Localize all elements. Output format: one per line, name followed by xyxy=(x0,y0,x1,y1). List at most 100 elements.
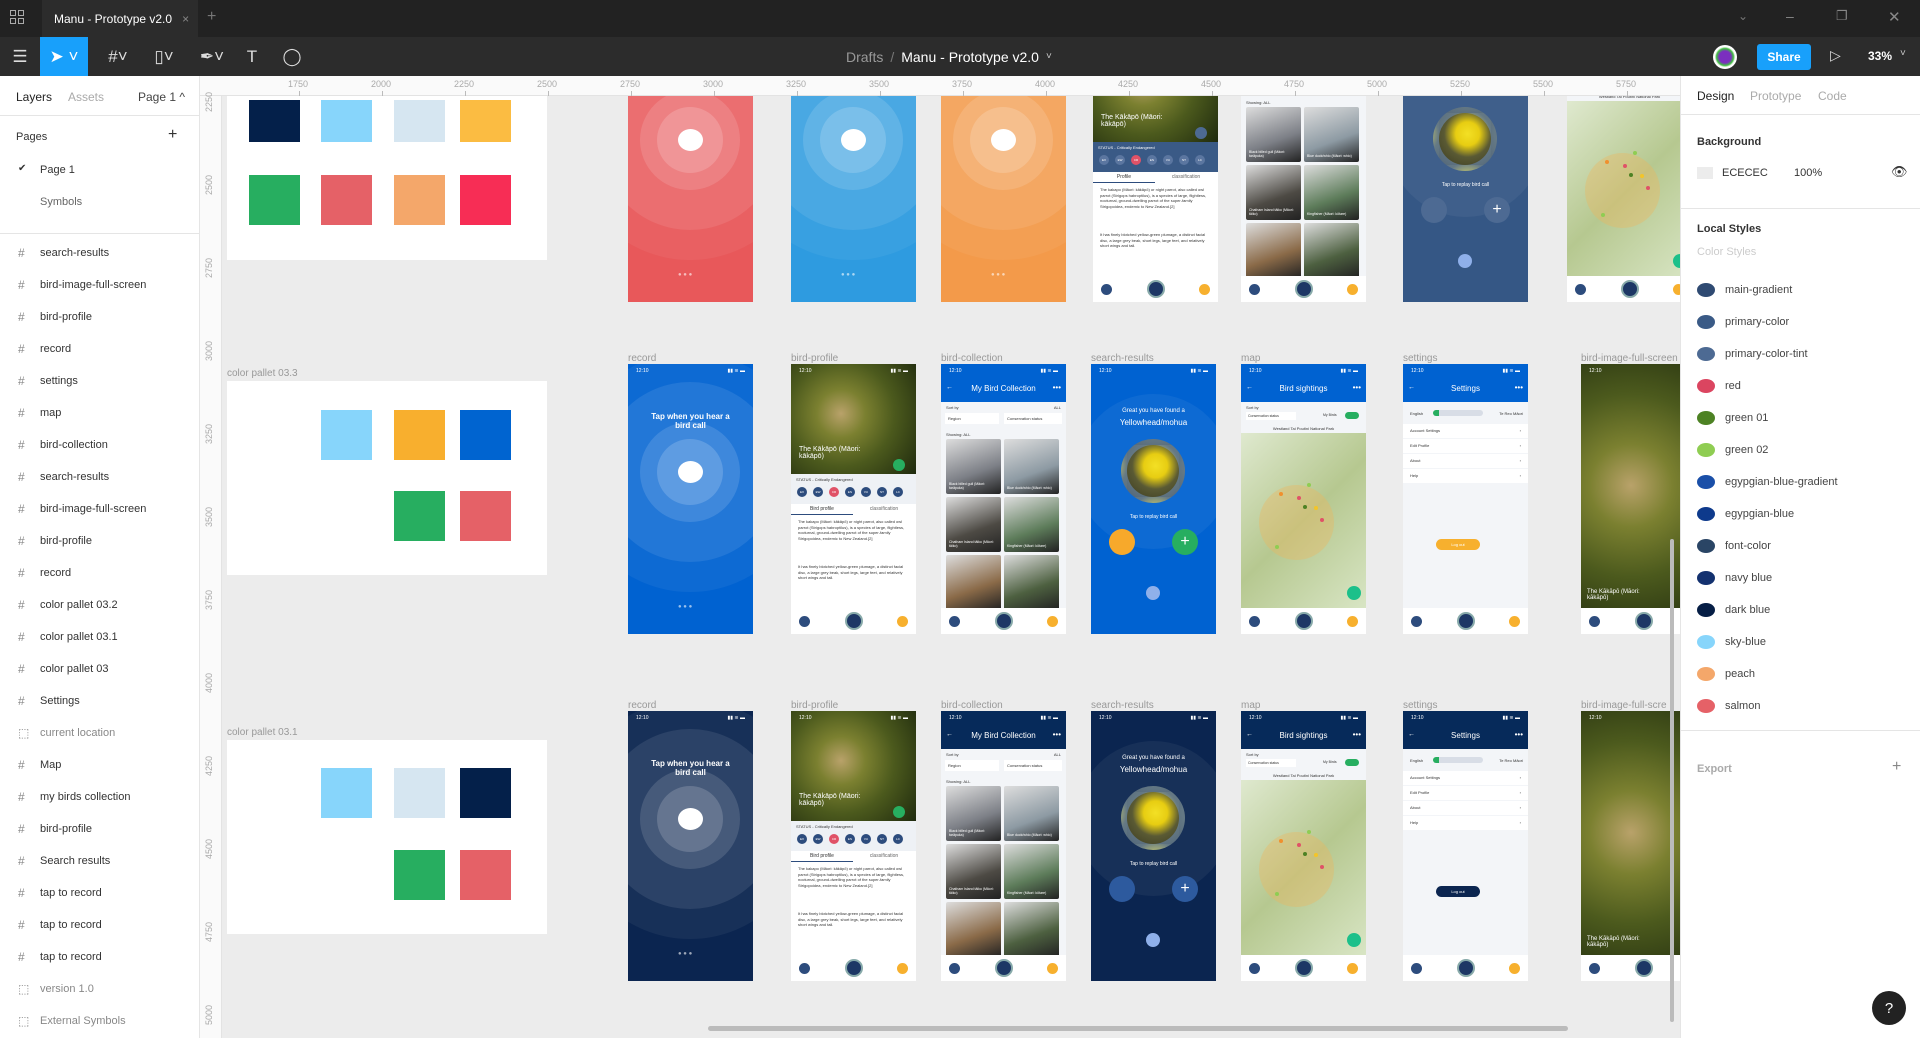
birds-nav-icon[interactable] xyxy=(1249,615,1260,627)
layer-item[interactable]: # Search results xyxy=(0,846,199,876)
sighting-marker[interactable] xyxy=(1303,505,1307,509)
birds-nav-icon[interactable] xyxy=(1249,283,1260,295)
tab-bird-profile[interactable]: Bird profile xyxy=(791,506,853,515)
sighting-marker[interactable] xyxy=(1275,545,1279,549)
birds-nav-icon[interactable] xyxy=(1101,283,1112,295)
color-swatch[interactable] xyxy=(321,768,372,818)
map-nav-icon[interactable] xyxy=(897,615,908,627)
record-nav-icon[interactable] xyxy=(844,612,863,630)
sighting-marker[interactable] xyxy=(1275,892,1279,896)
shape-tool[interactable]: ▯˅ xyxy=(146,37,182,76)
bird-card[interactable] xyxy=(946,902,1001,957)
status-code-badge[interactable]: NT xyxy=(1179,155,1189,165)
color-style-item[interactable]: egypgian-blue xyxy=(1697,507,1794,521)
status-code-badge[interactable]: EX xyxy=(1099,155,1109,165)
bird-card[interactable] xyxy=(1304,223,1359,278)
sighting-marker[interactable] xyxy=(1307,483,1311,487)
record-nav-icon[interactable] xyxy=(1620,280,1639,298)
status-code-badge[interactable]: EW xyxy=(813,834,823,844)
map-nav-icon[interactable] xyxy=(1509,962,1520,974)
bird-card[interactable] xyxy=(1004,555,1059,610)
color-swatch[interactable] xyxy=(460,100,511,142)
bird-card[interactable]: Chatham Island tāiko (Māori: tāiko) xyxy=(946,844,1001,899)
status-code-badge[interactable]: EN xyxy=(1147,155,1157,165)
comment-tool[interactable]: ◯ xyxy=(280,37,304,76)
settings-row[interactable]: Account Settings › xyxy=(1403,424,1528,438)
bird-card[interactable] xyxy=(1004,902,1059,957)
sighting-marker[interactable] xyxy=(1297,496,1301,500)
conservation-filter[interactable]: Conservation status xyxy=(1004,760,1062,771)
location-pin-button[interactable] xyxy=(1673,254,1680,268)
phone-frame-bird-collection[interactable]: ← My Bird Collection ••• 12:10 ▮▮ ≋ ▬ Sort by… xyxy=(941,711,1066,981)
phone-frame[interactable]: 12:10▮▮ ≋ ▬Tap when you hear a bird call… xyxy=(628,76,753,302)
color-style-item[interactable]: salmon xyxy=(1697,699,1760,713)
birds-nav-icon[interactable] xyxy=(1249,962,1260,974)
record-nav-icon[interactable] xyxy=(1294,280,1313,298)
yellowhead-photo[interactable] xyxy=(1433,107,1497,171)
color-swatch[interactable] xyxy=(460,410,511,460)
restore-icon[interactable]: ❐ xyxy=(1836,8,1848,24)
frame-label[interactable]: record xyxy=(628,353,656,364)
bird-card[interactable] xyxy=(946,555,1001,610)
add-page-button[interactable]: + xyxy=(168,126,177,144)
layer-item[interactable]: # record xyxy=(0,558,199,588)
help-button[interactable]: ? xyxy=(1872,991,1906,1025)
phone-frame-bird-profile[interactable]: 12:10 ▮▮ ≋ ▬ The Kākāpō (Māori: kākāpō) STA… xyxy=(791,364,916,634)
layer-item[interactable]: # color pallet 03.1 xyxy=(0,622,199,652)
color-swatch[interactable] xyxy=(460,491,511,541)
layer-item[interactable]: # bird-image-full-screen xyxy=(0,270,199,300)
bird-card[interactable]: Kingfisher (Māori: kōtare) xyxy=(1304,165,1359,220)
bird-info-button[interactable] xyxy=(1109,529,1135,555)
bird-record-button[interactable] xyxy=(678,129,703,151)
chevron-down-icon[interactable]: ˅ xyxy=(1900,48,1906,59)
record-nav-icon[interactable] xyxy=(1634,959,1653,977)
back-arrow-icon[interactable]: ← xyxy=(1246,384,1253,391)
zoom-level[interactable]: 33% xyxy=(1868,49,1892,63)
settings-row[interactable]: Help › xyxy=(1403,469,1528,483)
bird-record-button[interactable] xyxy=(678,808,703,830)
sightings-map[interactable] xyxy=(1241,433,1366,608)
frame-label[interactable]: record xyxy=(628,700,656,711)
phone-frame-settings[interactable]: ← Settings ••• 12:10 ▮▮ ≋ ▬ English Te Reo Māo… xyxy=(1403,364,1528,634)
sightings-map[interactable] xyxy=(1567,101,1680,276)
layer-item[interactable]: # bird-profile xyxy=(0,814,199,844)
layer-item[interactable]: # search-results xyxy=(0,462,199,492)
back-arrow-icon[interactable]: ← xyxy=(1408,384,1415,391)
bird-card[interactable]: Black billed gull (Māori: tarāpuka) xyxy=(1246,107,1301,162)
map-nav-icon[interactable] xyxy=(897,962,908,974)
present-play-icon[interactable]: ▷ xyxy=(1830,47,1841,64)
frame-label[interactable]: bird-collection xyxy=(941,353,1003,364)
frame-label[interactable]: settings xyxy=(1403,353,1437,364)
bird-card[interactable]: Kingfisher (Māori: kōtare) xyxy=(1004,844,1059,899)
region-filter[interactable]: Region xyxy=(945,413,999,424)
bird-card[interactable]: Chatham Island tāiko (Māori: tāiko) xyxy=(1246,165,1301,220)
color-swatch[interactable] xyxy=(321,175,372,225)
sighting-marker[interactable] xyxy=(1646,186,1650,190)
phone-frame[interactable]: 12:10▮▮ ≋ ▬Tap when you hear a bird call… xyxy=(791,76,916,302)
map-nav-icon[interactable] xyxy=(1199,283,1210,295)
bird-card[interactable]: Black billed gull (Māori: tarāpuka) xyxy=(946,786,1001,841)
phone-frame-search-results[interactable]: 12:10 ▮▮ ≋ ▬ Great you have found a Yellowh… xyxy=(1091,364,1216,634)
color-style-item[interactable]: primary-color-tint xyxy=(1697,347,1808,361)
birds-nav-icon[interactable] xyxy=(799,615,810,627)
settings-row[interactable]: Edit Profile › xyxy=(1403,786,1528,800)
map-nav-icon[interactable] xyxy=(1047,615,1058,627)
color-style-item[interactable]: green 01 xyxy=(1697,411,1768,425)
conservation-filter[interactable]: Conservation status xyxy=(1246,759,1296,767)
tab-classification[interactable]: classification xyxy=(1155,174,1217,180)
layer-item[interactable]: # bird-profile xyxy=(0,302,199,332)
share-button[interactable]: Share xyxy=(1757,44,1811,70)
record-again-button[interactable] xyxy=(1458,254,1472,268)
frame-label[interactable]: color pallet 03.1 xyxy=(227,727,298,738)
add-bird-button[interactable]: + xyxy=(1484,197,1510,223)
status-code-badge[interactable]: NT xyxy=(877,834,887,844)
more-icon[interactable]: ••• xyxy=(1515,730,1523,739)
add-export-button[interactable]: + xyxy=(1892,758,1901,776)
more-icon[interactable]: ••• xyxy=(1353,730,1361,739)
phone-frame[interactable]: ←My Bird Collection•••12:10▮▮ ≋ ▬Sort by… xyxy=(1241,76,1366,302)
status-code-badge[interactable]: VU xyxy=(861,834,871,844)
sighting-marker[interactable] xyxy=(1623,164,1627,168)
record-nav-icon[interactable] xyxy=(1456,959,1475,977)
sighting-marker[interactable] xyxy=(1303,852,1307,856)
frame-label[interactable]: map xyxy=(1241,700,1260,711)
